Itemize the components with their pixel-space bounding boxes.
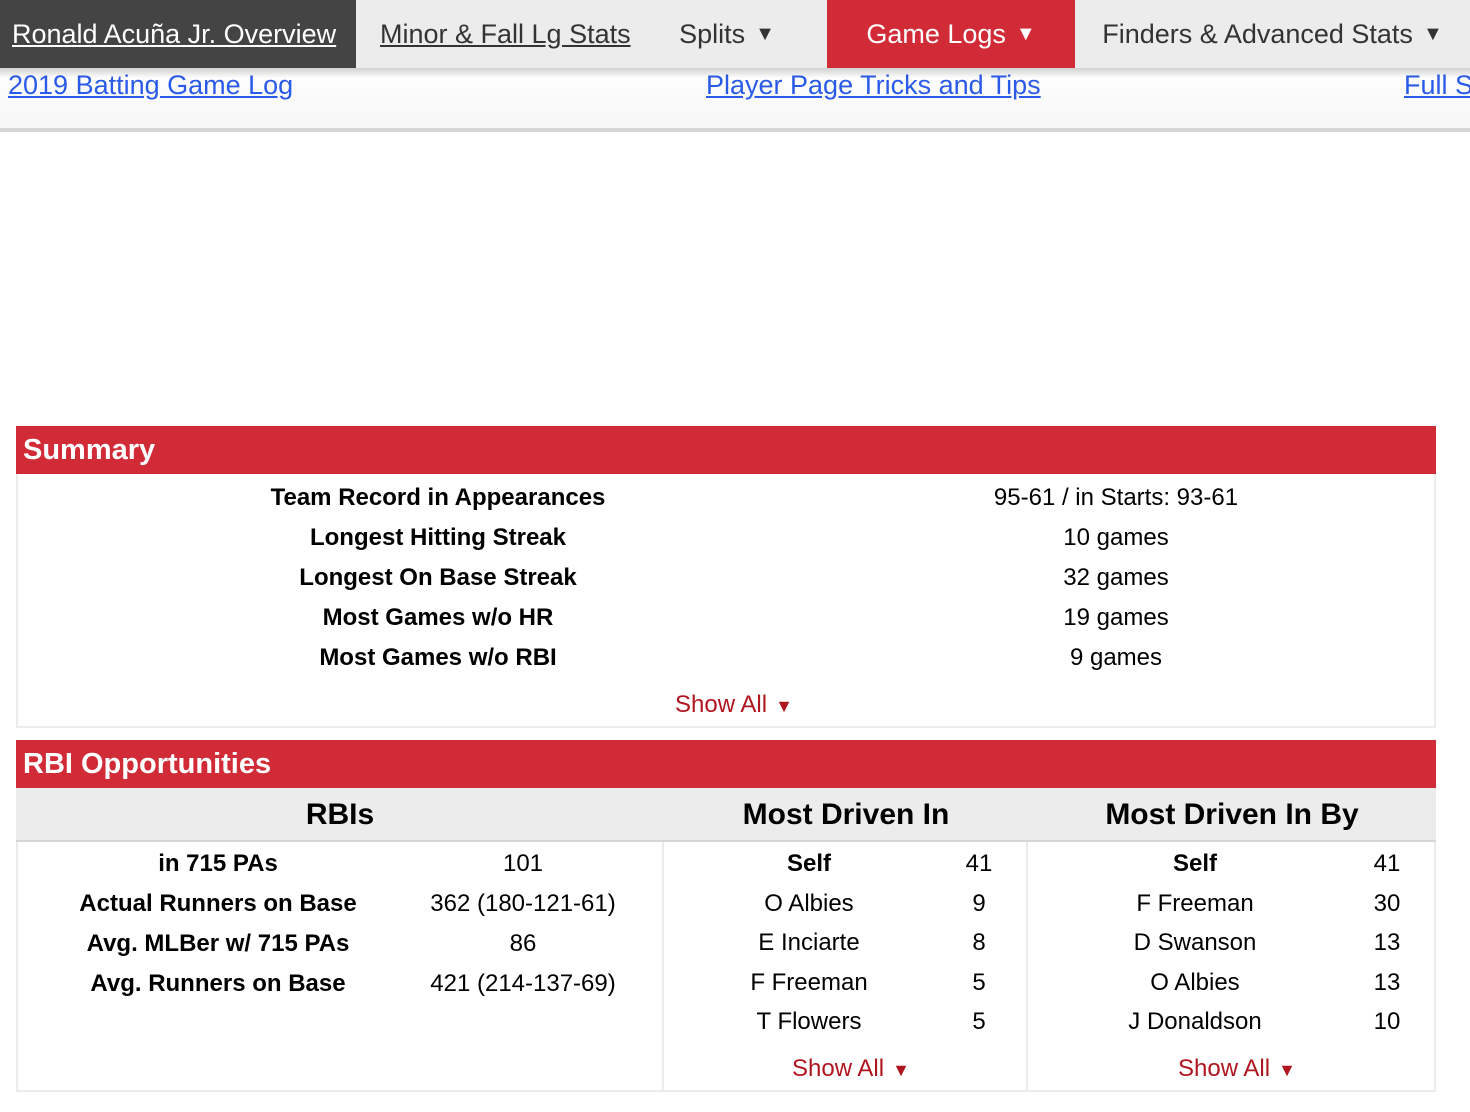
summary-show-all-button[interactable]: Show All ▼ (675, 691, 793, 719)
rbis-label: in 715 PAs (158, 850, 278, 877)
driven-in-show-all-button[interactable]: Show All ▼ (792, 1055, 910, 1083)
summary-value: 10 games (1063, 524, 1169, 551)
driven-in-name: Self (786, 850, 831, 877)
driven-in-by-count: 41 (1373, 850, 1401, 877)
summary-header: Summary (16, 426, 1436, 474)
rbis-value: 86 (509, 930, 537, 957)
driven-in-by-count: 13 (1373, 969, 1401, 996)
most-driven-in-table: Self 41 O Albies 9 E Inciarte 8 F Freema… (664, 842, 1028, 1092)
summary-value: 19 games (1063, 604, 1169, 631)
col-most-driven-in: Most Driven In (742, 798, 950, 831)
driven-in-name: O Albies (764, 890, 854, 917)
summary-label: Most Games w/o HR (322, 604, 554, 631)
driven-in-name: T Flowers (756, 1008, 862, 1035)
nav-finders[interactable]: Finders & Advanced Stats ▼ (1075, 0, 1470, 68)
summary-label: Longest Hitting Streak (309, 524, 567, 551)
link-full-site[interactable]: Full S (1404, 70, 1470, 101)
summary-title: Summary (23, 433, 156, 466)
driven-in-by-name: D Swanson (1133, 929, 1257, 956)
chevron-down-icon: ▼ (1015, 22, 1036, 45)
driven-in-count: 41 (965, 850, 993, 877)
chevron-down-icon: ▼ (1422, 22, 1443, 45)
nav-minor-fall-stats[interactable]: Minor & Fall Lg Stats (356, 0, 631, 68)
rbi-title: RBI Opportunities (23, 747, 272, 780)
driven-in-by-count: 10 (1373, 1008, 1401, 1035)
driven-in-by-show-all-button[interactable]: Show All ▼ (1178, 1055, 1296, 1083)
most-driven-in-by-table: Self 41 F Freeman 30 D Swanson 13 O Albi… (1028, 842, 1436, 1092)
summary-row: Longest Hitting Streak 10 games (18, 524, 1434, 564)
rbis-value: 362 (180-121-61) (430, 890, 616, 917)
nav-overview[interactable]: Ronald Acuña Jr. Overview (0, 0, 356, 68)
rbis-value: 421 (214-137-69) (430, 970, 616, 997)
driven-in-by-count: 13 (1373, 929, 1401, 956)
rbis-label: Actual Runners on Base (79, 890, 357, 917)
rbis-value: 101 (502, 850, 544, 877)
driven-in-by-count: 30 (1373, 890, 1401, 917)
nav-finders-label: Finders & Advanced Stats (1102, 18, 1413, 49)
summary-value: 95-61 / in Starts: 93-61 (993, 484, 1239, 511)
summary-row: Most Games w/o RBI 9 games (18, 644, 1434, 684)
driven-in-by-name: O Albies (1150, 969, 1240, 996)
chevron-down-icon: ▼ (892, 1060, 910, 1080)
rbi-header: RBI Opportunities (16, 740, 1436, 788)
driven-in-by-name: F Freeman (1136, 890, 1254, 917)
summary-label: Longest On Base Streak (299, 564, 577, 591)
rbi-column-headers: RBIs Most Driven In Most Driven In By (16, 788, 1436, 842)
nav-splits-label: Splits (679, 18, 746, 49)
summary-row: Team Record in Appearances 95-61 / in St… (18, 484, 1434, 524)
col-most-driven-in-by: Most Driven In By (1105, 798, 1359, 831)
driven-in-count: 5 (972, 1008, 986, 1035)
show-all-label: Show All (675, 691, 768, 718)
link-tricks-and-tips[interactable]: Player Page Tricks and Tips (706, 70, 1041, 101)
driven-in-count: 9 (972, 890, 986, 917)
summary-row: Most Games w/o HR 19 games (18, 604, 1434, 644)
rbis-label: Avg. Runners on Base (90, 970, 346, 997)
chevron-down-icon: ▼ (1278, 1060, 1296, 1080)
driven-in-count: 5 (972, 969, 986, 996)
summary-label: Team Record in Appearances (270, 484, 606, 511)
show-all-label: Show All (1178, 1055, 1271, 1082)
nav-splits[interactable]: Splits ▼ (627, 0, 827, 68)
chevron-down-icon: ▼ (775, 696, 793, 716)
top-nav: Ronald Acuña Jr. Overview Minor & Fall L… (0, 0, 1470, 68)
summary-row: Longest On Base Streak 32 games (18, 564, 1434, 604)
summary-value: 9 games (1069, 644, 1163, 671)
nav-game-logs[interactable]: Game Logs ▼ (827, 0, 1075, 68)
rbis-label: Avg. MLBer w/ 715 PAs (86, 930, 350, 957)
summary-value: 32 games (1063, 564, 1169, 591)
sub-nav: 2019 Batting Game Log Player Page Tricks… (0, 68, 1470, 132)
driven-in-by-name: Self (1172, 850, 1217, 877)
driven-in-name: F Freeman (750, 969, 868, 996)
driven-in-name: E Inciarte (758, 929, 860, 956)
nav-minor-label: Minor & Fall Lg Stats (380, 18, 631, 49)
rbis-table: in 715 PAs 101 Actual Runners on Base 36… (16, 842, 664, 1092)
link-batting-game-log[interactable]: 2019 Batting Game Log (8, 70, 293, 101)
driven-in-by-name: J Donaldson (1128, 1008, 1262, 1035)
nav-game-logs-label: Game Logs (866, 18, 1006, 49)
summary-label: Most Games w/o RBI (319, 644, 557, 671)
summary-table: Team Record in Appearances 95-61 / in St… (16, 474, 1436, 728)
nav-overview-label: Ronald Acuña Jr. Overview (12, 18, 337, 49)
chevron-down-icon: ▼ (755, 22, 775, 45)
col-rbis: RBIs (305, 798, 375, 831)
show-all-label: Show All (792, 1055, 885, 1082)
driven-in-count: 8 (972, 929, 986, 956)
